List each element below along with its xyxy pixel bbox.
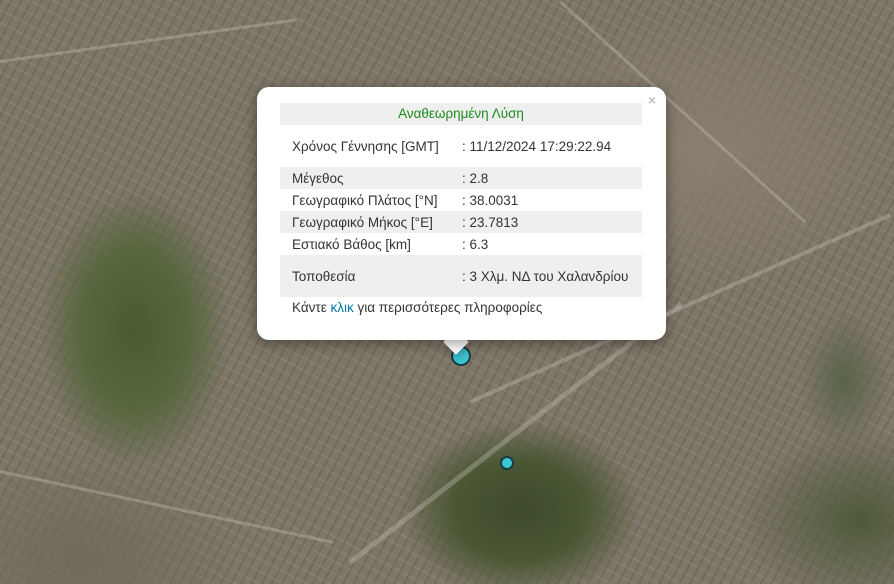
footer-suffix: για περισσότερες πληροφορίες [353, 300, 543, 315]
info-value: : 2.8 [462, 170, 489, 186]
popup-content: Αναθεωρημένη Λύση Χρόνος Γέννησης [GMT] … [280, 103, 642, 319]
info-label: Χρόνος Γέννησης [GMT] [292, 138, 439, 154]
info-row-location: Τοποθεσία : 3 Χλμ. ΝΔ του Χαλανδρίου [280, 255, 642, 297]
earthquake-popup: × Αναθεωρημένη Λύση Χρόνος Γέννησης [GMT… [257, 87, 666, 340]
info-value: : 11/12/2024 17:29:22.94 [462, 138, 612, 154]
info-value: : 38.0031 [462, 192, 519, 208]
info-row-longitude: Γεωγραφικό Μήκος [°E] : 23.7813 [280, 211, 642, 233]
info-label: Εστιακό Βάθος [km] [292, 236, 411, 252]
info-value: : 3 Χλμ. ΝΔ του Χαλανδρίου [462, 268, 629, 284]
info-label: Γεωγραφικό Πλάτος [°N] [292, 192, 438, 208]
info-label: Τοποθεσία [292, 268, 356, 284]
info-label: Γεωγραφικό Μήκος [°E] [292, 214, 433, 230]
earthquake-marker[interactable] [500, 456, 514, 470]
map-road [0, 470, 333, 544]
info-value: : 23.7813 [462, 214, 519, 230]
info-row-magnitude: Μέγεθος : 2.8 [280, 167, 642, 189]
info-row-latitude: Γεωγραφικό Πλάτος [°N] : 38.0031 [280, 189, 642, 211]
info-label: Μέγεθος [292, 170, 344, 186]
info-row-origin-time: Χρόνος Γέννησης [GMT] : 11/12/2024 17:29… [280, 125, 642, 167]
popup-title: Αναθεωρημένη Λύση [280, 103, 642, 125]
close-icon[interactable]: × [648, 92, 656, 108]
info-value: : 6.3 [462, 236, 489, 252]
more-info-text: Κάντε κλικ για περισσότερες πληροφορίες [280, 297, 642, 319]
info-row-depth: Εστιακό Βάθος [km] : 6.3 [280, 233, 642, 255]
footer-prefix: Κάντε [292, 300, 331, 315]
map-road [0, 18, 298, 63]
more-info-link[interactable]: κλικ [331, 300, 354, 315]
map-road [348, 301, 683, 565]
